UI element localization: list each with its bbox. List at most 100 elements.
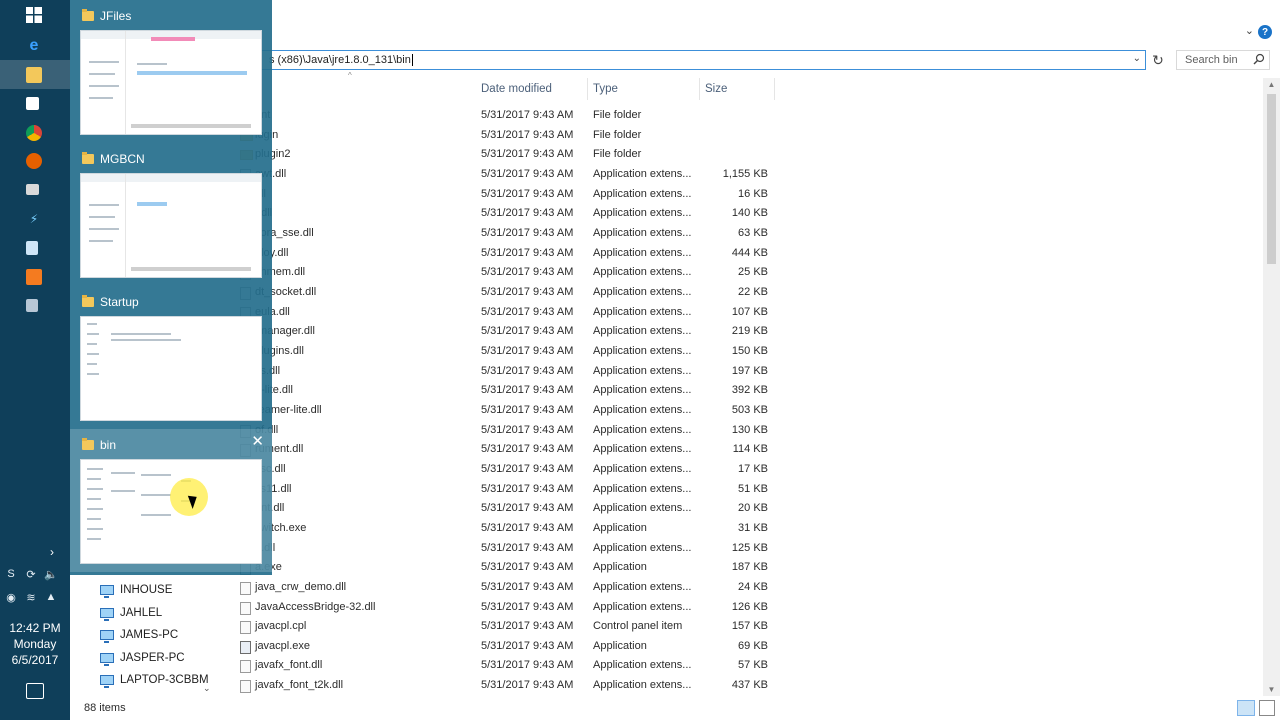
column-type[interactable]: Type <box>593 80 618 98</box>
file-row[interactable]: eula.dll 5/31/2017 9:43 AM Application ext… <box>230 303 850 323</box>
taskbar-tool[interactable] <box>0 291 70 320</box>
taskbar-app[interactable]: ⚡ <box>0 204 70 233</box>
thumbnail-line <box>89 85 119 87</box>
thumbnail-line <box>87 518 101 520</box>
nav-item-label: JASPER-PC <box>120 651 185 664</box>
file-row[interactable]: cs11.dll 5/31/2017 9:43 AM Application ext… <box>230 480 850 500</box>
file-row[interactable]: plugin2 5/31/2017 9:43 AM File folder <box>230 145 850 165</box>
nav-item-label: JAHLEL <box>120 606 163 619</box>
nav-item-computer[interactable]: JAMES-PC <box>100 624 178 646</box>
scroll-up-icon[interactable]: ▲ <box>1263 80 1280 89</box>
file-row[interactable]: lugin5/31/2017 9:43 AMFile folder <box>230 126 850 146</box>
file-row[interactable]: ss.dll5/31/2017 9:43 AMApplication exten… <box>230 362 850 382</box>
action-center-icon[interactable] <box>26 683 44 699</box>
file-row[interactable]: dt_socket.dll 5/31/2017 9:43 AM Applicatio… <box>230 283 850 303</box>
column-divider[interactable] <box>699 78 700 100</box>
file-date-modified: 5/31/2017 9:43 AM <box>481 305 574 318</box>
large-icons-view-button[interactable] <box>1259 700 1275 716</box>
nav-item-computer[interactable]: JAHLEL <box>100 602 162 624</box>
taskbar-office[interactable] <box>0 262 70 291</box>
drive-icon[interactable]: ▲ <box>44 590 58 604</box>
file-row[interactable]: of.dll5/31/2017 9:43 AMApplication exten… <box>230 421 850 441</box>
file-row[interactable]: ploy.dll5/31/2017 9:43 AMApplication ext… <box>230 244 850 264</box>
volume-icon[interactable]: 🔈 <box>44 567 58 581</box>
file-type: Application extens... <box>593 305 692 318</box>
taskbar-file-explorer[interactable] <box>0 60 70 89</box>
file-icon <box>240 680 251 694</box>
clock-date: 6/5/2017 <box>11 653 59 667</box>
file-row[interactable]: switch.exe 5/31/2017 9:43 AM Application 31… <box>230 519 850 539</box>
file-row[interactable]: csc.dll5/31/2017 9:43 AMApplication exte… <box>230 460 850 480</box>
file-row[interactable]: _nt.dll5/31/2017 9:43 AMApplication exte… <box>230 499 850 519</box>
switcher-window[interactable]: MGBCN <box>70 143 272 286</box>
file-row[interactable]: a.dll5/31/2017 9:43 AMApplication extens… <box>230 539 850 559</box>
file-row[interactable]: shmem.dll 5/31/2017 9:43 AM Application ex… <box>230 263 850 283</box>
thumbnail-line <box>87 353 99 355</box>
ribbon-expand-icon[interactable]: ⌄ <box>1245 24 1254 37</box>
file-row[interactable]: ent5/31/2017 9:43 AMFile folder <box>230 106 850 126</box>
close-window-icon[interactable]: ✕ <box>251 434 264 449</box>
start-button[interactable] <box>0 0 70 29</box>
help-icon[interactable]: ? <box>1258 25 1272 39</box>
taskbar-notepad[interactable] <box>0 233 70 262</box>
file-row[interactable]: o-lite.dll 5/31/2017 9:43 AM Application e… <box>230 381 850 401</box>
nav-item-computer[interactable]: JASPER-PC <box>100 647 185 669</box>
address-dropdown-icon[interactable]: ⌄ <box>1133 53 1141 64</box>
thumbnail-selection <box>151 37 195 41</box>
taskbar-firefox[interactable] <box>0 146 70 175</box>
nav-item-computer[interactable]: INHOUSE <box>100 579 172 601</box>
file-row[interactable]: r.dll5/31/2017 9:43 AMApplication extens… <box>230 204 850 224</box>
file-row[interactable]: rument.dll 5/31/2017 9:43 AM Application e… <box>230 440 850 460</box>
skype-icon[interactable]: S <box>4 567 18 581</box>
file-type: Application extens... <box>593 600 692 613</box>
file-row[interactable]: JavaAccessBridge-32.dll 5/31/2017 9:43 AM… <box>230 598 850 618</box>
file-row[interactable]: plugins.dll 5/31/2017 9:43 AM Application … <box>230 342 850 362</box>
file-row[interactable]: java_crw_demo.dll 5/31/2017 9:43 AM Applic… <box>230 578 850 598</box>
file-size: 63 KB <box>738 226 768 239</box>
office-icon <box>26 268 42 285</box>
file-type: File folder <box>593 128 642 141</box>
address-bar[interactable]: s (x86)\Java\jre1.8.0_131\bin ⌄ <box>260 50 1146 70</box>
refresh-button[interactable]: ↻ <box>1148 50 1168 70</box>
column-divider[interactable] <box>587 78 588 100</box>
file-name: javafx_font_t2k.dll <box>255 679 344 692</box>
file-row[interactable]: awt.dll5/31/2017 9:43 AMApplication exte… <box>230 165 850 185</box>
status-item-count: 88 items <box>84 702 126 714</box>
file-row[interactable]: reamer-lite.dll 5/31/2017 9:43 AM Applicat… <box>230 401 850 421</box>
file-icon <box>240 601 251 615</box>
notepad-icon <box>26 240 38 255</box>
taskbar-terminal[interactable] <box>0 175 70 204</box>
nav-item-computer[interactable]: LAPTOP-3CBBM <box>100 669 209 691</box>
file-row[interactable]: javacpl.cpl 5/31/2017 9:43 AM Control pane… <box>230 617 850 637</box>
clock[interactable]: 12:42 PM Monday 6/5/2017 <box>0 620 70 668</box>
search-input[interactable]: Search bin <box>1176 50 1270 70</box>
scroll-down-icon[interactable]: ▼ <box>1263 685 1280 694</box>
tray-expand-icon[interactable]: › <box>50 545 54 559</box>
taskbar-store[interactable] <box>0 89 70 118</box>
file-type: Application extens... <box>593 443 692 456</box>
column-date-modified[interactable]: Date modified <box>481 80 552 98</box>
file-row[interactable]: tmanager.dll 5/31/2017 9:43 AM Application… <box>230 322 850 342</box>
taskbar-chrome[interactable] <box>0 118 70 147</box>
file-type: Application extens... <box>593 462 692 475</box>
switcher-window[interactable]: Startup <box>70 286 272 429</box>
file-row[interactable]: a.exe5/31/2017 9:43 AMApplication187 KB <box>230 558 850 578</box>
file-row[interactable]: cora_sse.dll 5/31/2017 9:43 AM Application… <box>230 224 850 244</box>
switcher-window[interactable]: JFiles <box>70 0 272 143</box>
file-row[interactable]: javafx_font_t2k.dll 5/31/2017 9:43 AM Appl… <box>230 676 850 696</box>
scrollbar-thumb[interactable] <box>1267 94 1276 264</box>
taskbar-edge[interactable]: e <box>0 31 70 60</box>
file-row[interactable]: javacpl.exe 5/31/2017 9:43 AM Application 6… <box>230 637 850 657</box>
column-size[interactable]: Size <box>705 80 727 98</box>
file-type: Application extens... <box>593 187 692 200</box>
sync-icon[interactable]: ⟳ <box>24 567 38 581</box>
nav-scroll-down-icon[interactable]: ⌄ <box>203 683 211 694</box>
details-view-button[interactable] <box>1237 700 1255 716</box>
file-row[interactable]: dll5/31/2017 9:43 AMApplication extens..… <box>230 185 850 205</box>
network-icon[interactable]: ◉ <box>4 590 18 604</box>
file-row[interactable]: javafx_font.dll 5/31/2017 9:43 AM Applicat… <box>230 656 850 676</box>
column-divider[interactable] <box>774 78 775 100</box>
thumbnail-line <box>87 498 101 500</box>
wifi-icon[interactable]: ≋ <box>24 590 38 604</box>
vertical-scrollbar[interactable]: ▲ ▼ <box>1263 78 1280 696</box>
